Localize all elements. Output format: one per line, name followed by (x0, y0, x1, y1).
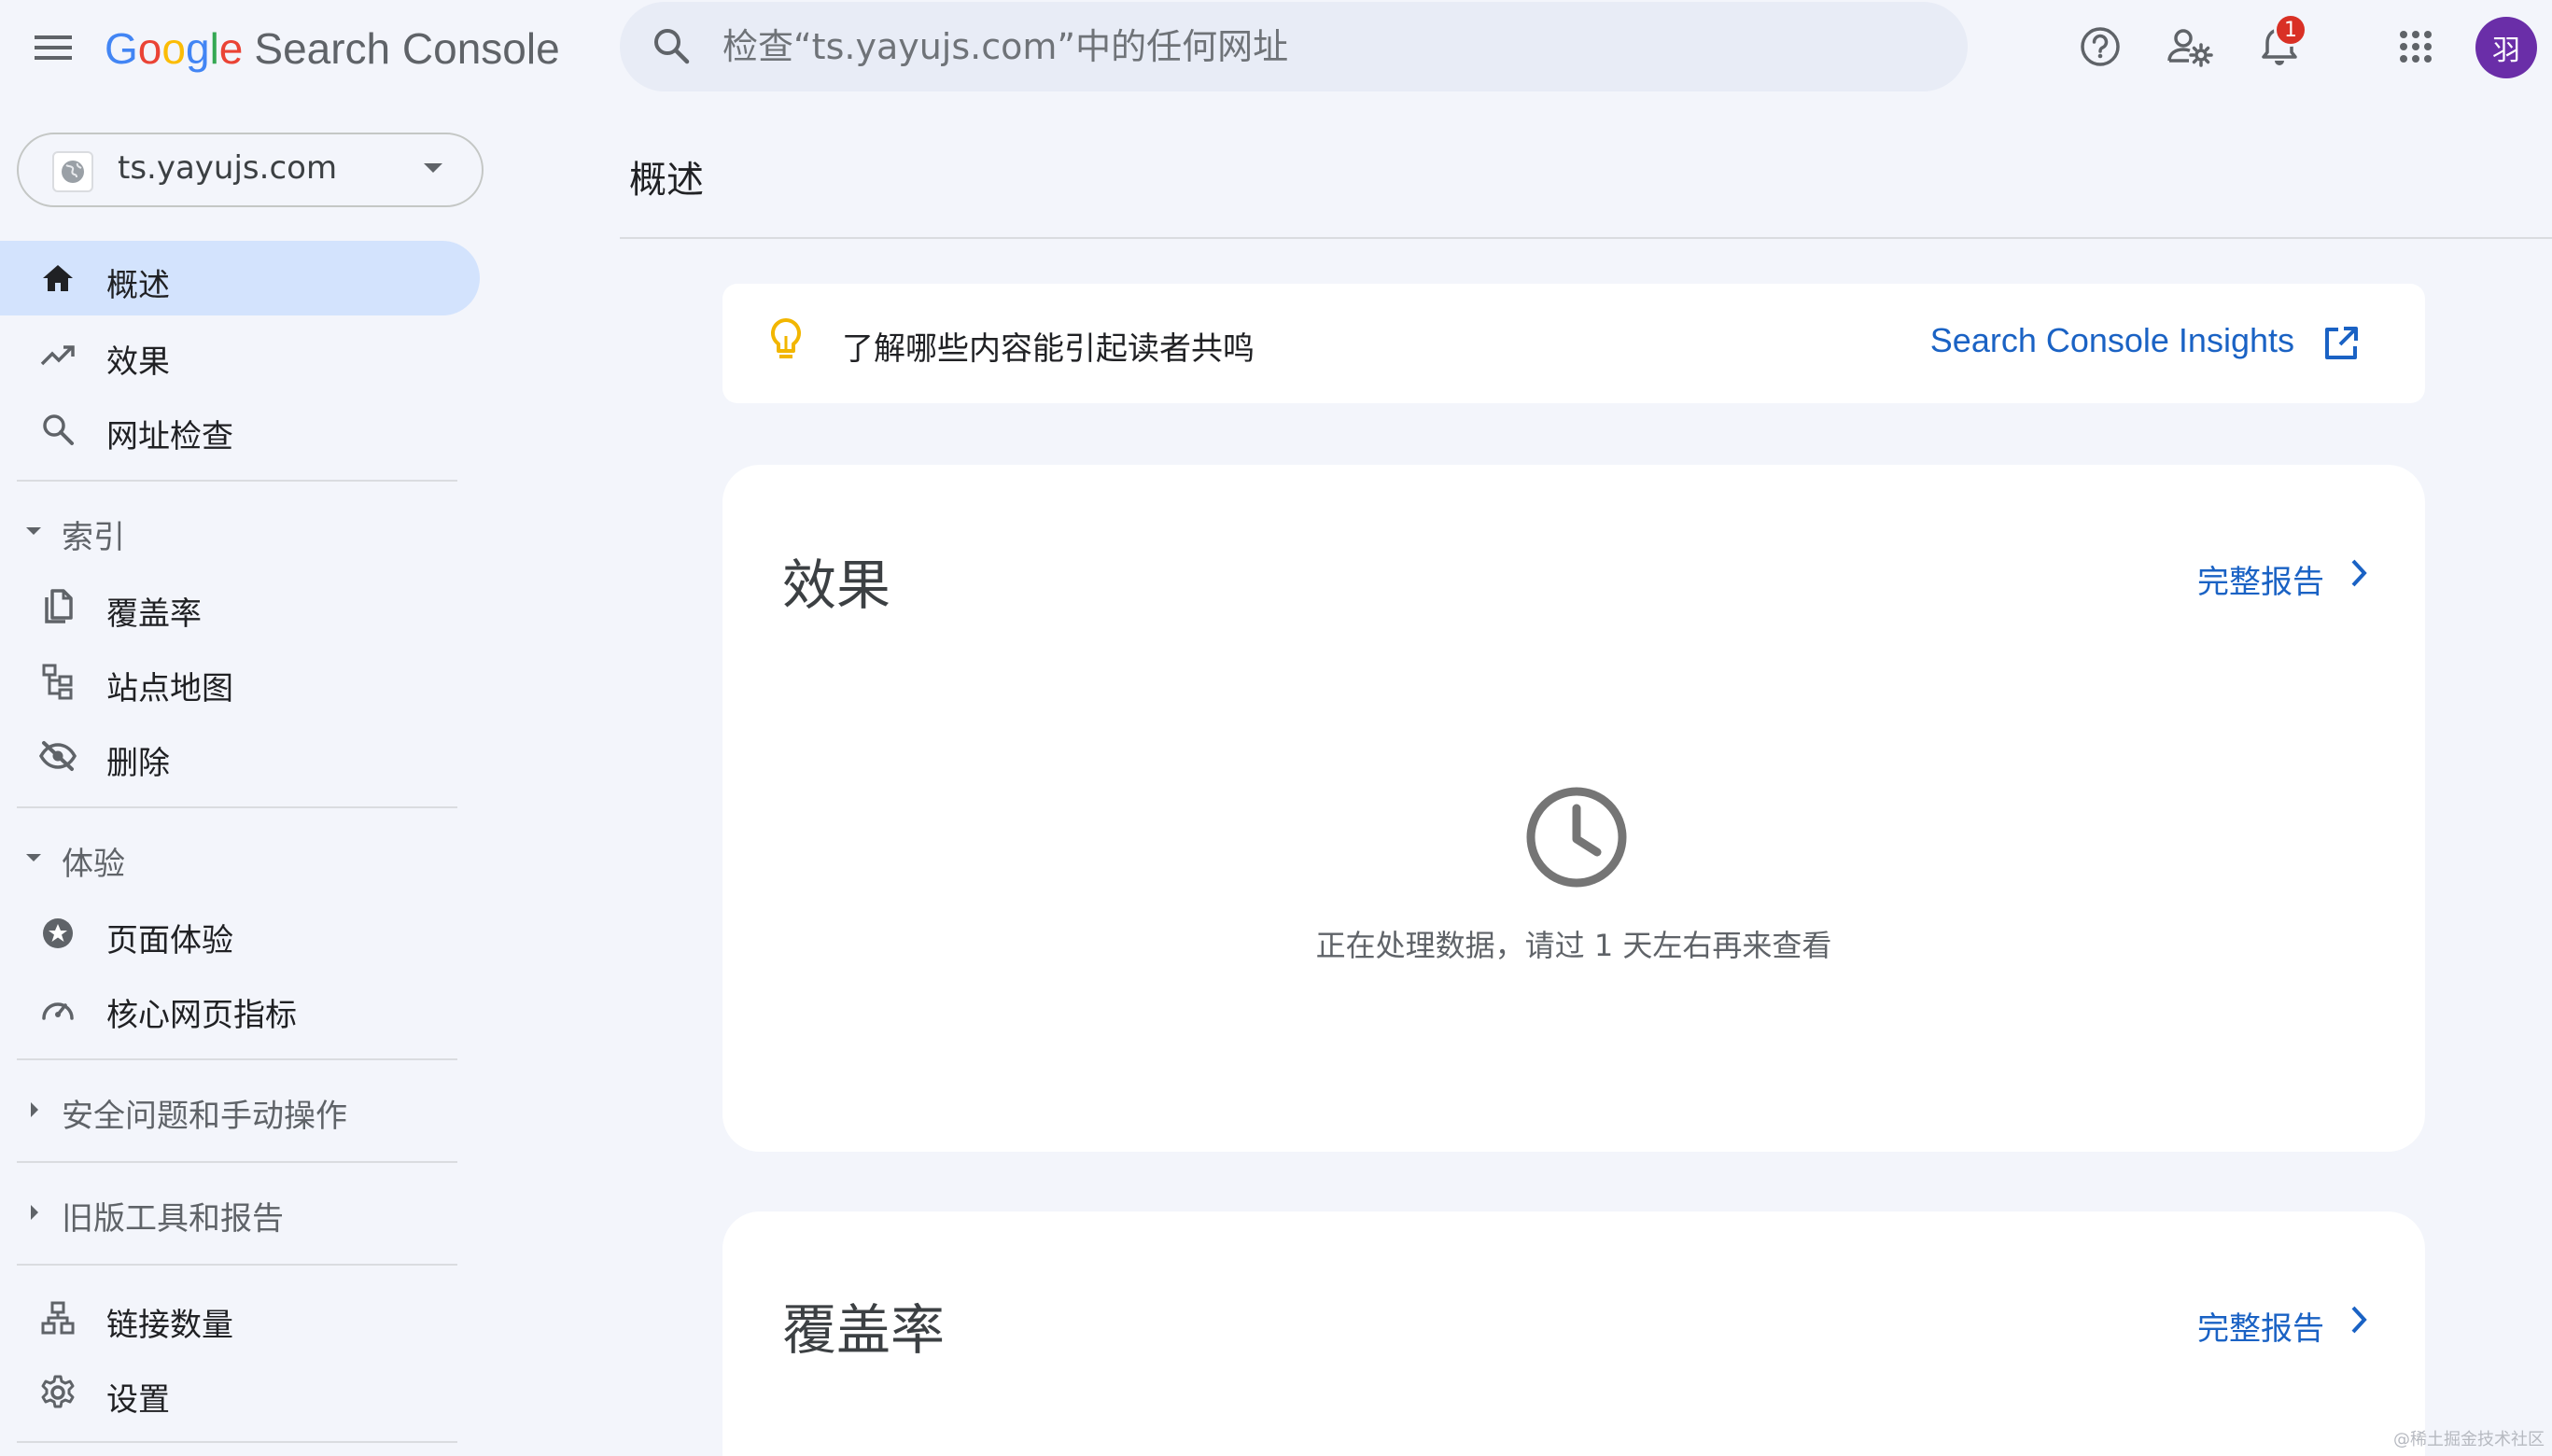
search-icon[interactable] (652, 26, 693, 67)
sidebar-divider (17, 1441, 457, 1443)
url-inspection-search-bar[interactable] (620, 2, 1968, 91)
sidebar-item-label: 效果 (106, 343, 170, 381)
copy-pages-icon (37, 586, 78, 627)
property-label: ts.yayujs.com (118, 149, 338, 187)
sidebar-divider (17, 1058, 457, 1060)
speed-gauge-icon (37, 987, 78, 1029)
card-title: 效果 (782, 553, 891, 617)
property-selector[interactable]: ts.yayujs.com (17, 133, 484, 207)
help-icon[interactable] (2074, 21, 2126, 73)
sidebar-item-label: 覆盖率 (106, 595, 202, 633)
sidebar-item-label: 核心网页指标 (106, 997, 297, 1034)
search-input[interactable] (722, 19, 1917, 75)
admin-user-settings-icon[interactable] (2164, 21, 2216, 73)
top-app-bar: Google Search Console 1 羽 (0, 0, 2552, 97)
section-label: 索引 (62, 519, 125, 556)
sidebar-item-coverage[interactable]: 覆盖率 (0, 569, 480, 644)
sidebar-section-index[interactable]: 索引 (0, 498, 467, 564)
star-circle-icon (37, 913, 78, 954)
links-hierarchy-icon (37, 1297, 78, 1338)
home-icon (37, 258, 78, 299)
sidebar-item-url-inspection[interactable]: 网址检查 (0, 392, 480, 467)
sidebar-item-label: 设置 (106, 1381, 170, 1419)
sidebar-item-overview[interactable]: 概述 (0, 241, 480, 315)
expanded-triangle-icon (24, 519, 43, 547)
insights-banner: 了解哪些内容能引起读者共鸣 Search Console Insights (722, 284, 2425, 403)
sitemap-icon (37, 661, 78, 702)
section-label: 体验 (62, 846, 125, 883)
sidebar-item-links[interactable]: 链接数量 (0, 1281, 480, 1355)
google-search-console-logo[interactable]: Google Search Console (105, 21, 560, 77)
sidebar-section-experience[interactable]: 体验 (0, 825, 467, 890)
product-name: Search Console (254, 24, 560, 73)
sidebar-item-label: 页面体验 (106, 922, 233, 959)
section-label: 旧版工具和报告 (62, 1200, 284, 1238)
open-in-new-icon[interactable] (2322, 325, 2360, 366)
search-icon (37, 409, 78, 450)
coverage-card: 覆盖率 完整报告 (722, 1211, 2425, 1456)
sidebar-item-label: 删除 (106, 745, 170, 782)
expanded-triangle-icon (24, 846, 43, 874)
section-label: 安全问题和手动操作 (62, 1098, 347, 1135)
trending-up-icon (37, 334, 78, 375)
visibility-off-icon (37, 735, 78, 777)
globe-icon (52, 151, 93, 192)
sidebar-section-legacy-tools[interactable]: 旧版工具和报告 (0, 1180, 467, 1245)
sidebar-item-label: 站点地图 (106, 670, 233, 707)
notification-count-badge[interactable]: 1 (2274, 13, 2307, 47)
sidebar-divider (17, 480, 457, 482)
clock-icon (1525, 786, 1628, 889)
sidebar-item-label: 链接数量 (106, 1307, 233, 1344)
gear-icon (37, 1372, 78, 1413)
account-avatar[interactable]: 羽 (2475, 17, 2537, 78)
processing-message: 正在处理数据，请过 1 天左右再来查看 (1315, 928, 1832, 963)
sidebar-divider (17, 806, 457, 808)
watermark: @稀土掘金技术社区 (2393, 1430, 2545, 1449)
collapsed-triangle-icon (24, 1200, 43, 1228)
sidebar-item-performance[interactable]: 效果 (0, 317, 480, 392)
card-title: 覆盖率 (782, 1298, 946, 1362)
sidebar-item-label: 网址检查 (106, 418, 233, 455)
sidebar-section-security-manual-actions[interactable]: 安全问题和手动操作 (0, 1077, 467, 1142)
google-apps-grid-icon[interactable] (2390, 21, 2442, 73)
sidebar-item-label: 概述 (106, 267, 170, 304)
search-console-insights-link[interactable]: Search Console Insights (1930, 321, 2294, 360)
page-title: 概述 (629, 159, 704, 202)
collapsed-triangle-icon (24, 1098, 43, 1126)
sidebar-divider (17, 1161, 457, 1163)
google-wordmark: Google (105, 24, 244, 73)
lightbulb-icon (769, 317, 803, 368)
sidebar-item-page-experience[interactable]: 页面体验 (0, 896, 480, 971)
title-divider (620, 237, 2552, 239)
insights-text: 了解哪些内容能引起读者共鸣 (842, 330, 1255, 368)
sidebar-item-removals[interactable]: 删除 (0, 719, 480, 793)
full-report-link[interactable]: 完整报告 (2197, 556, 2324, 602)
sidebar-divider (17, 1264, 457, 1266)
full-report-link[interactable]: 完整报告 (2197, 1303, 2324, 1349)
chevron-right-icon[interactable] (2349, 1303, 2369, 1340)
sidebar-item-sitemaps[interactable]: 站点地图 (0, 644, 480, 719)
hamburger-menu-icon[interactable] (28, 22, 78, 73)
sidebar-item-core-web-vitals[interactable]: 核心网页指标 (0, 971, 480, 1045)
performance-card: 效果 完整报告 正在处理数据，请过 1 天左右再来查看 (722, 465, 2425, 1152)
chevron-right-icon[interactable] (2349, 556, 2369, 594)
sidebar-item-settings[interactable]: 设置 (0, 1355, 480, 1430)
dropdown-caret-icon (422, 161, 444, 178)
